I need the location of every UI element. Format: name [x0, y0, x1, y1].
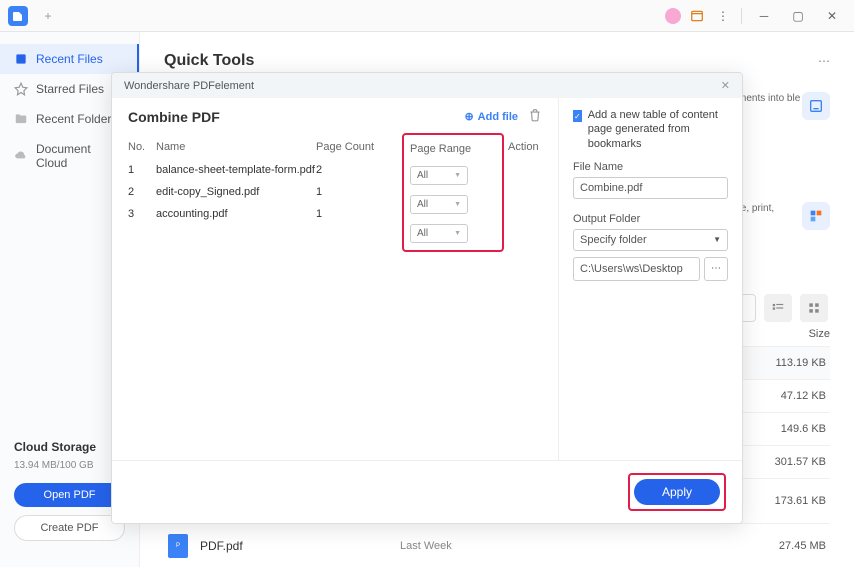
file-size: 47.12 KB — [781, 390, 826, 402]
account-avatar[interactable] — [665, 8, 681, 24]
table-row[interactable]: 2 edit-copy_Signed.pdf 1 — [128, 181, 408, 203]
row-pages: 1 — [316, 208, 402, 220]
dialog-close-button[interactable]: ✕ — [721, 79, 730, 92]
cloud-storage-title: Cloud Storage — [14, 440, 125, 454]
sidebar-item-label: Recent Folders — [36, 112, 117, 126]
row-pages: 1 — [316, 186, 402, 198]
column-action: Action — [498, 141, 542, 153]
minimize-button[interactable]: ─ — [750, 2, 778, 30]
column-name: Name — [156, 141, 316, 153]
row-no: 3 — [128, 208, 156, 220]
column-page-range: Page Range — [410, 143, 496, 155]
row-no: 2 — [128, 186, 156, 198]
row-name: accounting.pdf — [156, 208, 316, 220]
file-row[interactable]: P PDF.pdf Last Week 27.45 MB — [164, 523, 830, 567]
close-button[interactable]: ✕ — [818, 2, 846, 30]
page-title: Quick Tools — [164, 52, 254, 70]
file-size: 301.57 KB — [775, 456, 826, 468]
more-icon[interactable]: ⋯ — [818, 54, 830, 68]
file-size: 113.19 KB — [775, 357, 826, 369]
chevron-down-icon: ▼ — [454, 230, 461, 237]
row-name: edit-copy_Signed.pdf — [156, 186, 316, 198]
bookmark-checkbox[interactable]: ✓ — [573, 110, 582, 122]
page-range-select[interactable]: All ▼ — [410, 195, 468, 214]
dialog-title: Wondershare PDFelement — [124, 80, 254, 92]
delete-icon[interactable] — [528, 108, 542, 125]
page-range-select[interactable]: All ▼ — [410, 166, 468, 185]
folder-icon — [14, 112, 28, 126]
plus-icon: ⊕ — [464, 110, 473, 123]
maximize-button[interactable]: ▢ — [784, 2, 812, 30]
page-range-select[interactable]: All ▼ — [410, 224, 468, 243]
browse-button[interactable]: ⋯ — [704, 257, 728, 281]
chevron-down-icon: ▼ — [713, 235, 721, 244]
file-size: 27.45 MB — [779, 540, 826, 552]
file-size: 173.61 KB — [775, 495, 826, 507]
menu-dots-icon[interactable]: ⋮ — [713, 6, 733, 26]
cloud-usage: 13.94 MB/100 GB — [14, 460, 125, 471]
star-icon — [14, 82, 28, 96]
chevron-down-icon: ▼ — [454, 172, 461, 179]
chevron-down-icon: ▼ — [454, 201, 461, 208]
file-name: PDF.pdf — [200, 539, 400, 553]
row-name: balance-sheet-template-form.pdf — [156, 164, 316, 176]
filename-input[interactable] — [573, 177, 728, 199]
recent-icon — [14, 52, 28, 66]
card-icon — [802, 202, 830, 230]
bookmark-label: Add a new table of content page generate… — [588, 108, 728, 151]
table-row-range: All ▼ — [410, 219, 496, 248]
new-tab-button[interactable]: + — [36, 4, 60, 28]
file-modified: Last Week — [400, 540, 600, 552]
titlebar: + ⋮ ─ ▢ ✕ — [0, 0, 854, 32]
file-size: 149.6 KB — [781, 423, 826, 435]
table-row-range: All ▼ — [410, 190, 496, 219]
app-logo — [8, 6, 28, 26]
output-folder-label: Output Folder — [573, 213, 728, 225]
add-file-button[interactable]: ⊕ Add file — [464, 110, 518, 123]
row-pages: 2 — [316, 164, 402, 176]
apply-button[interactable]: Apply — [634, 479, 720, 505]
column-no: No. — [128, 141, 156, 153]
output-path-input[interactable] — [573, 257, 700, 281]
output-folder-select[interactable]: Specify folder ▼ — [573, 229, 728, 251]
column-page-count: Page Count — [316, 141, 402, 153]
sidebar-item-label: Starred Files — [36, 82, 104, 96]
cloud-icon — [14, 149, 28, 163]
table-row[interactable]: 3 accounting.pdf 1 — [128, 203, 408, 225]
table-row[interactable]: 1 balance-sheet-template-form.pdf 2 — [128, 159, 408, 181]
card-icon — [802, 92, 830, 120]
view-list-button[interactable] — [764, 294, 792, 322]
create-pdf-button[interactable]: Create PDF — [14, 515, 125, 541]
view-grid-button[interactable] — [800, 294, 828, 322]
combine-pdf-dialog: Wondershare PDFelement ✕ Combine PDF ⊕ A… — [111, 72, 743, 524]
open-pdf-button[interactable]: Open PDF — [14, 483, 125, 507]
pdf-icon: P — [168, 534, 188, 558]
table-row-range: All ▼ — [410, 161, 496, 190]
filename-label: File Name — [573, 161, 728, 173]
dialog-heading: Combine PDF — [128, 109, 220, 125]
notification-icon[interactable] — [687, 6, 707, 26]
sidebar-item-recent-files[interactable]: Recent Files — [0, 44, 139, 74]
row-no: 1 — [128, 164, 156, 176]
sidebar-item-label: Recent Files — [36, 52, 103, 66]
